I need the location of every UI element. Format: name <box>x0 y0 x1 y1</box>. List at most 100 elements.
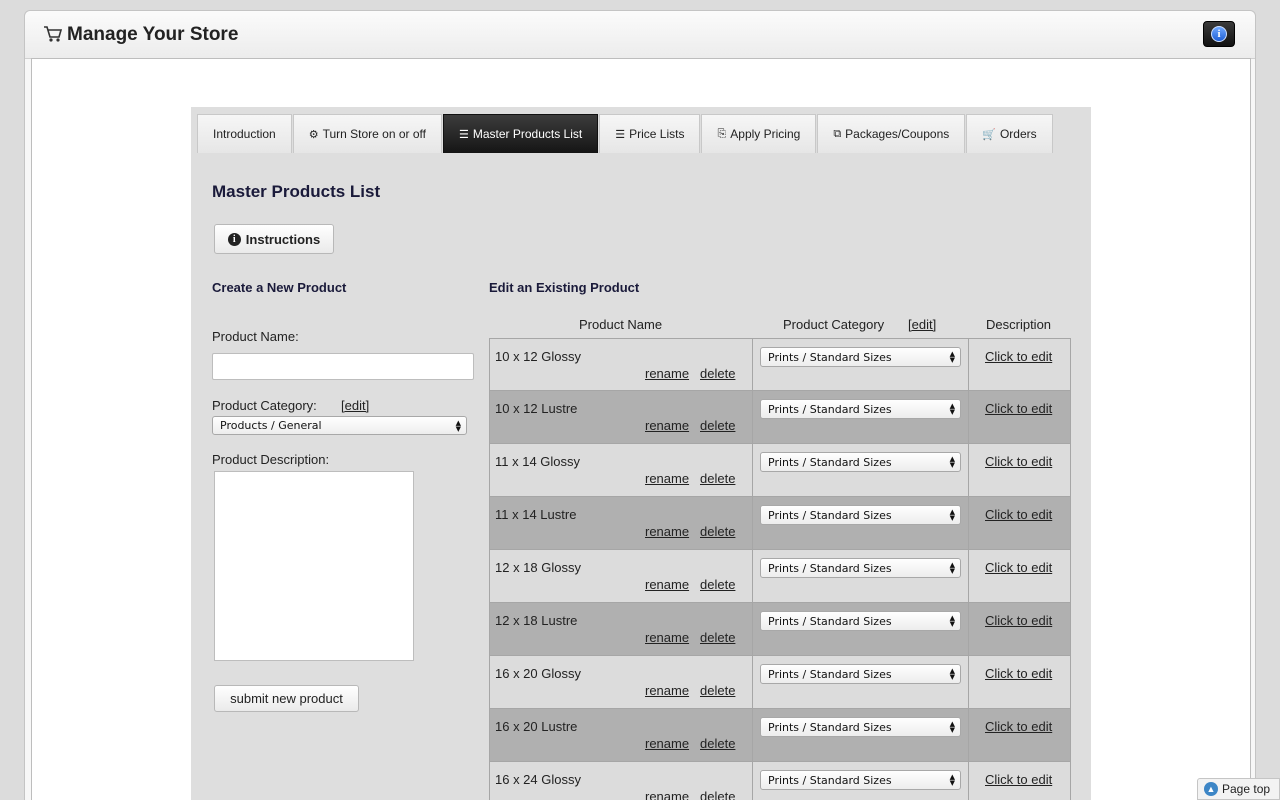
rename-link[interactable]: rename <box>645 471 689 486</box>
product-name-cell: 16 x 24 Glossy rename delete <box>490 762 753 800</box>
delete-link[interactable]: delete <box>700 524 735 539</box>
table-row: 12 x 18 Lustre rename delete Prints / Stand… <box>489 603 1071 656</box>
delete-link[interactable]: delete <box>700 366 735 381</box>
tab-master-products[interactable]: ☰ Master Products List <box>442 114 599 153</box>
store-panel: Introduction ⚙ Turn Store on or off ☰ Ma… <box>191 107 1091 800</box>
instructions-label: Instructions <box>245 231 321 247</box>
create-product-title: Create a New Product <box>212 280 347 295</box>
copy-icon: ⧉ <box>833 127 842 140</box>
product-name-input[interactable] <box>212 353 474 380</box>
product-name: 11 x 14 Lustre <box>495 507 577 522</box>
delete-link[interactable]: delete <box>700 418 735 433</box>
row-category-select[interactable]: Prints / Standard Sizes ▲ ▼ <box>760 664 961 684</box>
rename-link[interactable]: rename <box>645 366 689 381</box>
description-edit-link[interactable]: Click to edit <box>985 454 1052 469</box>
description-edit-link[interactable]: Click to edit <box>985 560 1052 575</box>
select-arrows-icon: ▲ ▼ <box>949 561 955 575</box>
description-cell: Click to edit <box>969 603 1070 655</box>
delete-link[interactable]: delete <box>700 789 735 800</box>
delete-link[interactable]: delete <box>700 577 735 592</box>
product-category-cell: Prints / Standard Sizes ▲ ▼ <box>753 339 969 390</box>
header-description: Description <box>986 317 1052 332</box>
tab-packages-coupons[interactable]: ⧉ Packages/Coupons <box>817 114 966 153</box>
table-row: 11 x 14 Lustre rename delete Prints / Stand… <box>489 497 1071 550</box>
product-name: 16 x 24 Glossy <box>495 772 581 787</box>
select-arrows-icon: ▲ ▼ <box>949 614 955 628</box>
tab-orders[interactable]: 🛒 Orders <box>966 114 1053 153</box>
tab-label: Apply Pricing <box>730 127 801 141</box>
rename-link[interactable]: rename <box>645 630 689 645</box>
table-body: 10 x 12 Glossy rename delete Prints / Stand… <box>489 338 1071 800</box>
info-icon: i <box>227 232 241 246</box>
description-edit-link[interactable]: Click to edit <box>985 666 1052 681</box>
product-name-cell: 16 x 20 Glossy rename delete <box>490 656 753 708</box>
rename-link[interactable]: rename <box>645 789 689 800</box>
description-edit-link[interactable]: Click to edit <box>985 401 1052 416</box>
header-product-name: Product Name <box>579 317 663 332</box>
select-arrows-icon: ▲ ▼ <box>949 350 955 364</box>
description-cell: Click to edit <box>969 497 1070 549</box>
tab-label: Price Lists <box>629 127 685 141</box>
product-name: 12 x 18 Lustre <box>495 613 578 628</box>
rename-link[interactable]: rename <box>645 577 689 592</box>
description-edit-link[interactable]: Click to edit <box>985 719 1052 734</box>
product-category-select[interactable]: Products / General ▲ ▼ <box>212 416 467 435</box>
product-name-cell: 11 x 14 Lustre rename delete <box>490 497 753 549</box>
row-category-select[interactable]: Prints / Standard Sizes ▲ ▼ <box>760 399 961 419</box>
product-description-label: Product Description: <box>212 452 330 467</box>
row-category-select[interactable]: Prints / Standard Sizes ▲ ▼ <box>760 558 961 578</box>
select-value: Prints / Standard Sizes <box>768 614 892 628</box>
tab-introduction[interactable]: Introduction <box>197 114 292 153</box>
row-category-select[interactable]: Prints / Standard Sizes ▲ ▼ <box>760 347 961 367</box>
description-cell: Click to edit <box>969 550 1070 602</box>
product-description-textarea[interactable] <box>214 471 414 661</box>
product-name: 10 x 12 Lustre <box>495 401 578 416</box>
tab-apply-pricing[interactable]: ⎘ Apply Pricing <box>701 114 817 153</box>
product-category-cell: Prints / Standard Sizes ▲ ▼ <box>753 603 969 655</box>
row-category-select[interactable]: Prints / Standard Sizes ▲ ▼ <box>760 505 961 525</box>
cart-icon <box>44 26 63 42</box>
submit-product-button[interactable]: submit new product <box>214 685 359 712</box>
description-edit-link[interactable]: Click to edit <box>985 613 1052 628</box>
product-name: 10 x 12 Glossy <box>495 349 581 364</box>
row-category-select[interactable]: Prints / Standard Sizes ▲ ▼ <box>760 770 961 790</box>
product-name-cell: 10 x 12 Glossy rename delete <box>490 339 753 390</box>
table-row: 16 x 20 Lustre rename delete Prints / Stand… <box>489 709 1071 762</box>
page-top-button[interactable]: ▲ Page top <box>1197 778 1280 800</box>
select-value: Prints / Standard Sizes <box>768 667 892 681</box>
product-name-cell: 12 x 18 Lustre rename delete <box>490 603 753 655</box>
table-row: 16 x 24 Glossy rename delete Prints / Stand… <box>489 762 1071 800</box>
row-category-select[interactable]: Prints / Standard Sizes ▲ ▼ <box>760 717 961 737</box>
delete-link[interactable]: delete <box>700 630 735 645</box>
delete-link[interactable]: delete <box>700 683 735 698</box>
description-edit-link[interactable]: Click to edit <box>985 507 1052 522</box>
rename-link[interactable]: rename <box>645 683 689 698</box>
rename-link[interactable]: rename <box>645 736 689 751</box>
product-category-label: Product Category: <box>212 398 317 413</box>
pricing-icon: ⎘ <box>717 127 727 140</box>
tab-price-lists[interactable]: ☰ Price Lists <box>599 114 701 153</box>
tab-turn-store[interactable]: ⚙ Turn Store on or off <box>292 114 442 153</box>
rename-link[interactable]: rename <box>645 524 689 539</box>
description-edit-link[interactable]: Click to edit <box>985 772 1052 787</box>
row-category-select[interactable]: Prints / Standard Sizes ▲ ▼ <box>760 611 961 631</box>
delete-link[interactable]: delete <box>700 471 735 486</box>
description-edit-link[interactable]: Click to edit <box>985 349 1052 364</box>
rename-link[interactable]: rename <box>645 418 689 433</box>
instructions-button[interactable]: i Instructions <box>214 224 334 254</box>
header-category-edit-link[interactable]: [edit] <box>908 317 936 332</box>
delete-link[interactable]: delete <box>700 736 735 751</box>
select-arrows-icon: ▲ ▼ <box>949 455 955 469</box>
description-cell: Click to edit <box>969 762 1070 800</box>
description-cell: Click to edit <box>969 339 1070 390</box>
row-category-select[interactable]: Prints / Standard Sizes ▲ ▼ <box>760 452 961 472</box>
header-product-category: Product Category <box>783 317 885 332</box>
tab-label: Turn Store on or off <box>322 127 426 141</box>
category-edit-link[interactable]: [edit] <box>341 398 369 413</box>
content-area: Introduction ⚙ Turn Store on or off ☰ Ma… <box>31 58 1251 800</box>
arrow-up-icon: ▲ <box>1204 782 1218 796</box>
info-icon: i <box>1211 26 1227 42</box>
tab-label: Master Products List <box>472 127 583 141</box>
info-button[interactable]: i <box>1203 21 1235 47</box>
edit-product-title: Edit an Existing Product <box>489 280 640 295</box>
